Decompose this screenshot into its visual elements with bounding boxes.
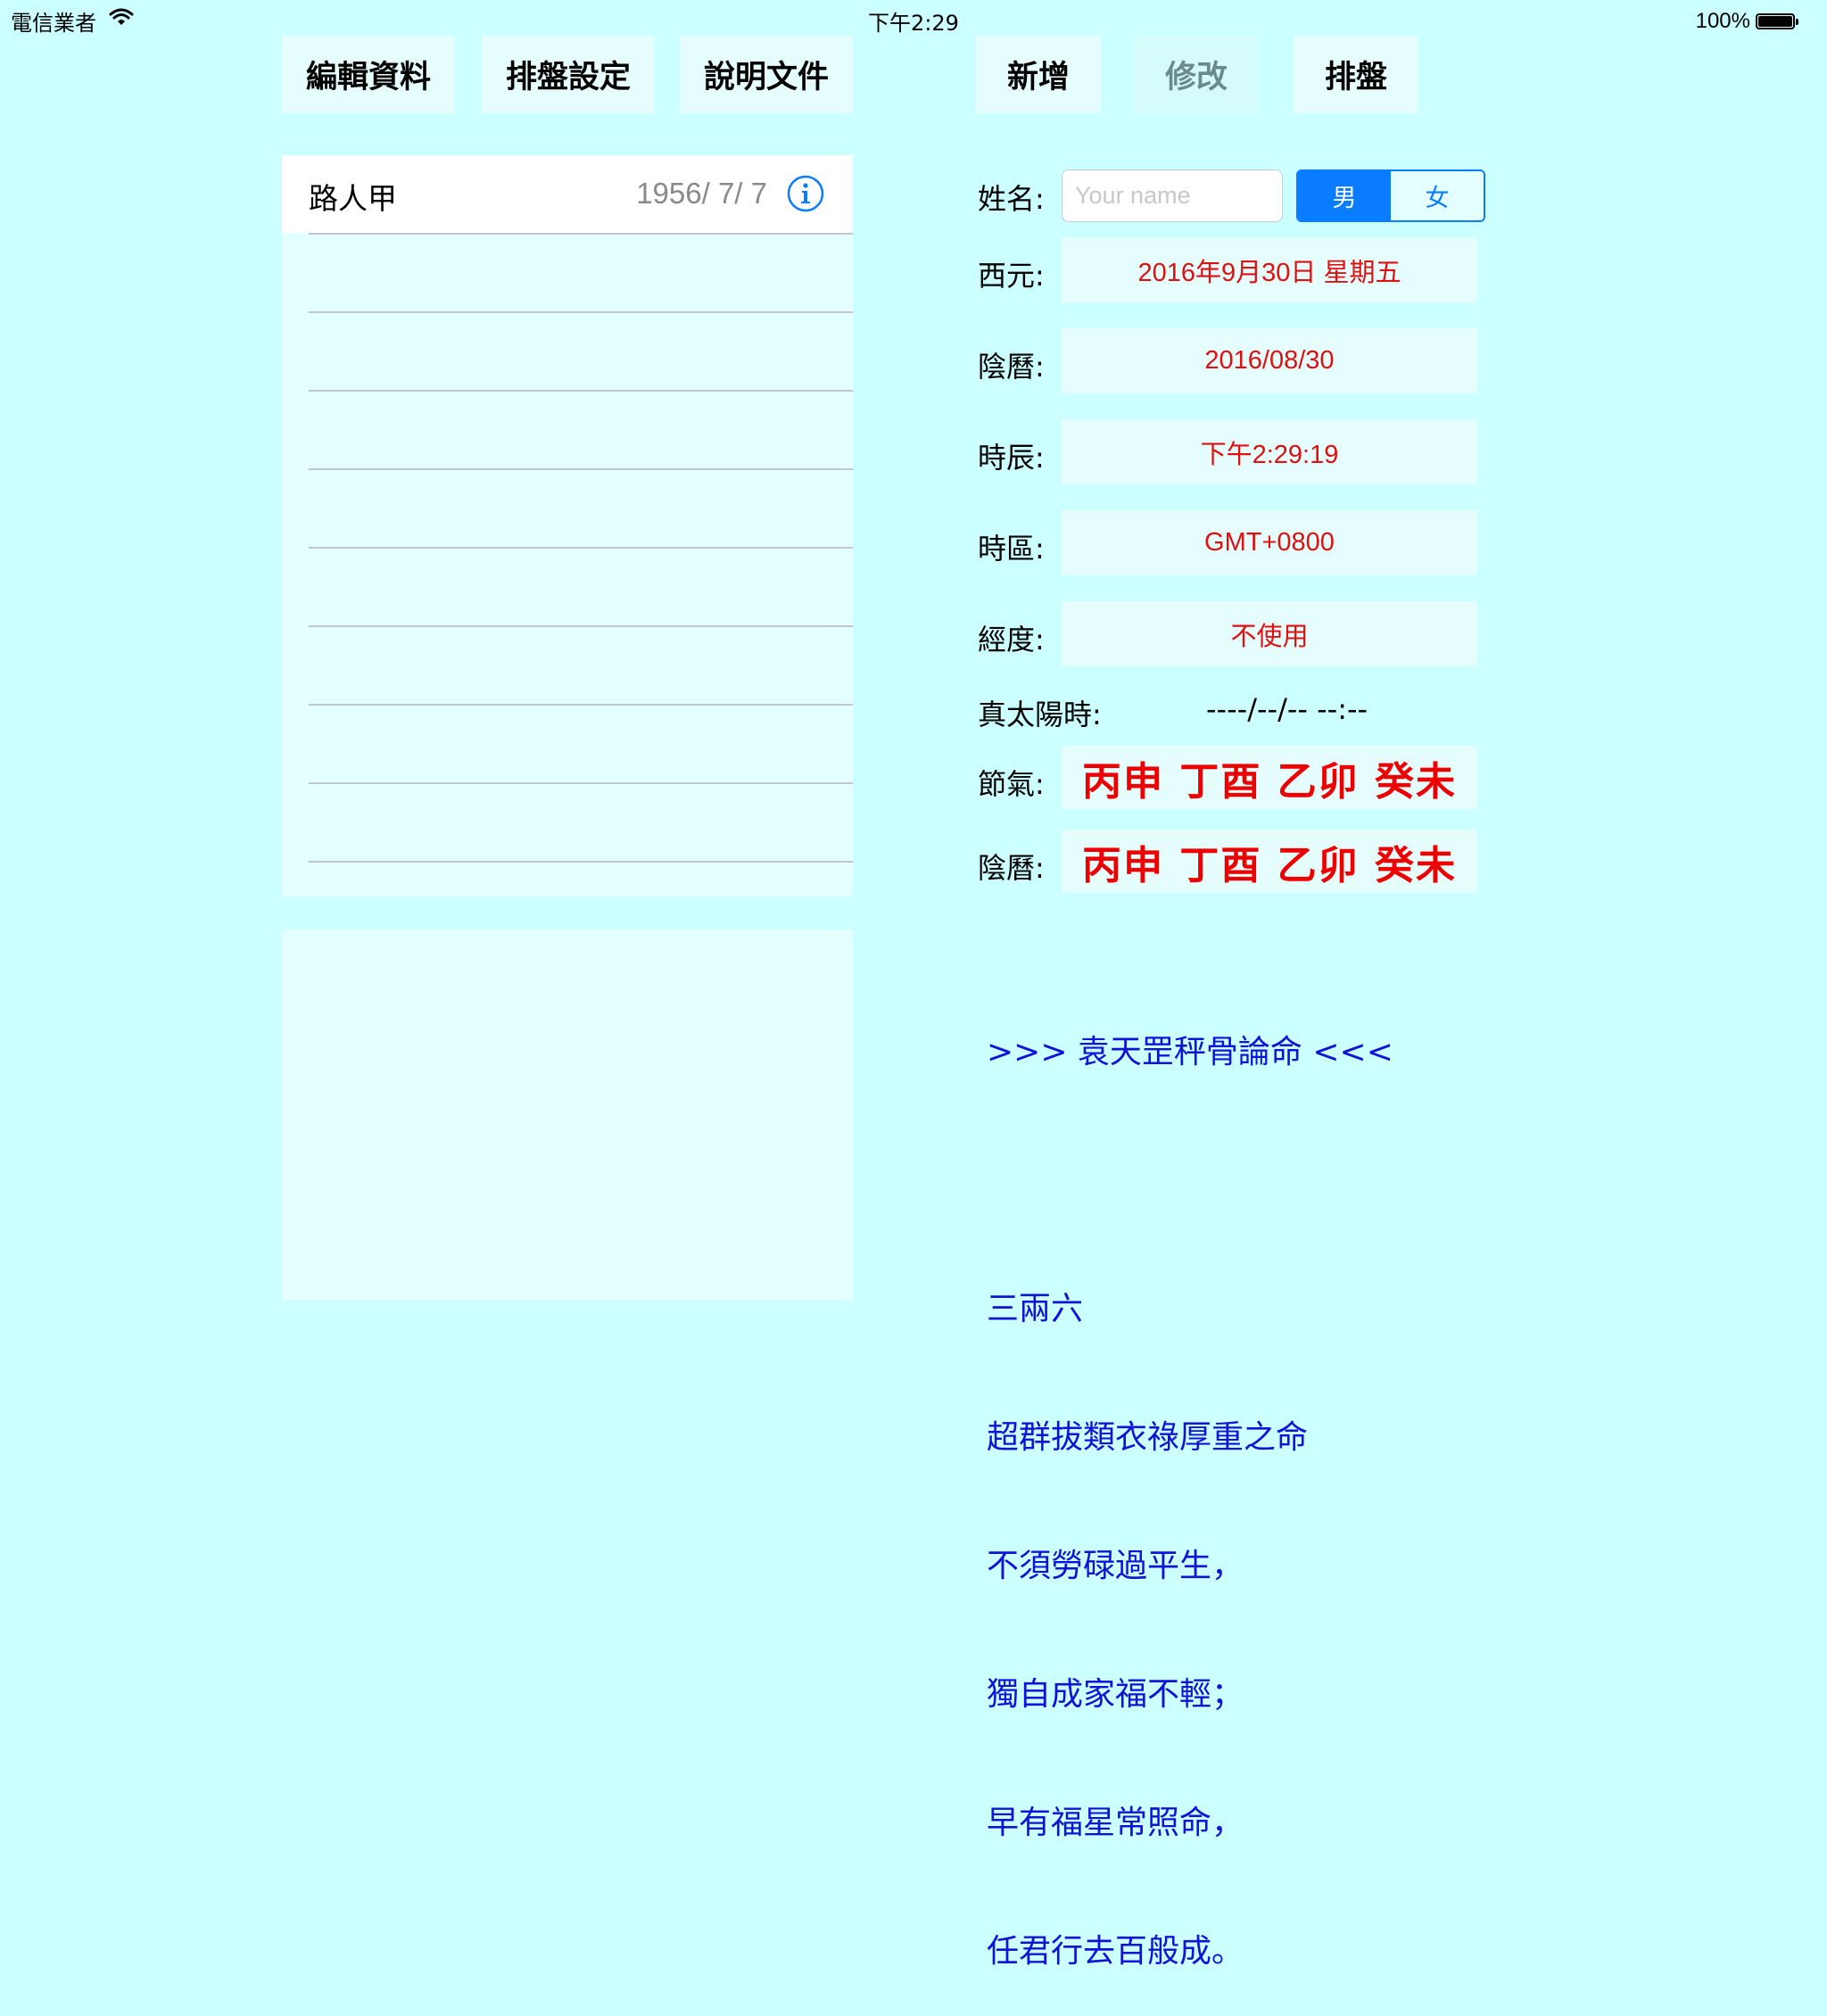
list-separator — [309, 311, 853, 313]
true-solar-time-value: ----/--/-- --:-- — [1206, 692, 1368, 726]
lunar-label: 陰曆: — [978, 350, 1045, 384]
list-separator — [309, 547, 853, 549]
bone-weight-reading: >>> 袁天罡秤骨論命 <<< 三兩六 超群拔類衣祿厚重之命 不須勞碌過平生， … — [987, 946, 1393, 2016]
battery-icon — [1756, 13, 1795, 29]
solar-term-pillars-label: 節氣: — [978, 767, 1045, 801]
edit-data-button[interactable]: 編輯資料 — [282, 36, 455, 113]
info-icon[interactable] — [787, 175, 824, 212]
record-name: 路人甲 — [309, 181, 397, 216]
battery-tip — [1796, 18, 1798, 25]
compute-chart-button[interactable]: 排盤 — [1294, 36, 1418, 113]
list-separator — [309, 861, 853, 863]
gender-male-option[interactable]: 男 — [1298, 171, 1391, 220]
reading-title: >>> 袁天罡秤骨論命 <<< — [987, 1034, 1393, 1070]
battery-indicator: 100% — [1696, 9, 1798, 34]
list-item[interactable]: 路人甲 1956/ 7/ 7 — [282, 155, 853, 233]
modify-button[interactable]: 修改 — [1135, 36, 1258, 113]
reading-line: 獨自成家福不輕； — [987, 1676, 1244, 1713]
name-input[interactable] — [1062, 169, 1283, 222]
lunar-pillars-label: 陰曆: — [978, 851, 1045, 885]
add-button[interactable]: 新增 — [976, 36, 1101, 113]
timezone-field[interactable]: GMT+0800 — [1062, 510, 1477, 575]
list-separator — [309, 233, 853, 235]
longitude-label: 經度: — [978, 623, 1045, 657]
list-separator — [309, 468, 853, 470]
record-date: 1956/ 7/ 7 — [636, 177, 767, 210]
name-label: 姓名: — [978, 182, 1045, 216]
reading-line: 超群拔類衣祿厚重之命 — [987, 1419, 1309, 1456]
solar-term-pillars-value: 丙申 丁酉 乙卯 癸未 — [1062, 746, 1477, 809]
reading-line: 早有福星常照命， — [987, 1805, 1244, 1841]
list-separator — [309, 390, 853, 392]
true-solar-time-label: 真太陽時: — [978, 698, 1102, 731]
detail-panel — [282, 930, 853, 1301]
gender-segmented-control[interactable]: 男 女 — [1296, 169, 1485, 222]
documentation-button[interactable]: 說明文件 — [680, 36, 853, 113]
lunar-pillars-value: 丙申 丁酉 乙卯 癸未 — [1062, 830, 1477, 893]
list-separator — [309, 704, 853, 706]
reading-line: 任君行去百般成。 — [987, 1933, 1244, 1970]
time-label: 時辰: — [978, 441, 1045, 475]
gregorian-date-field[interactable]: 2016年9月30日 星期五 — [1062, 237, 1477, 302]
chart-settings-button[interactable]: 排盤設定 — [482, 36, 655, 113]
reading-line: 不須勞碌過平生， — [987, 1548, 1244, 1584]
longitude-field[interactable]: 不使用 — [1062, 601, 1477, 666]
reading-weight: 三兩六 — [987, 1291, 1084, 1327]
list-separator — [309, 782, 853, 784]
list-separator — [309, 625, 853, 627]
reading-blank — [987, 1160, 1393, 1202]
time-field[interactable]: 下午2:29:19 — [1062, 419, 1477, 484]
gender-female-option[interactable]: 女 — [1391, 171, 1484, 220]
status-time: 下午2:29 — [868, 11, 959, 36]
timezone-label: 時區: — [978, 532, 1045, 566]
record-list[interactable]: 路人甲 1956/ 7/ 7 — [282, 155, 853, 896]
lunar-date-field[interactable]: 2016/08/30 — [1062, 328, 1477, 393]
gregorian-label: 西元: — [978, 259, 1045, 293]
battery-percent: 100% — [1695, 9, 1750, 33]
